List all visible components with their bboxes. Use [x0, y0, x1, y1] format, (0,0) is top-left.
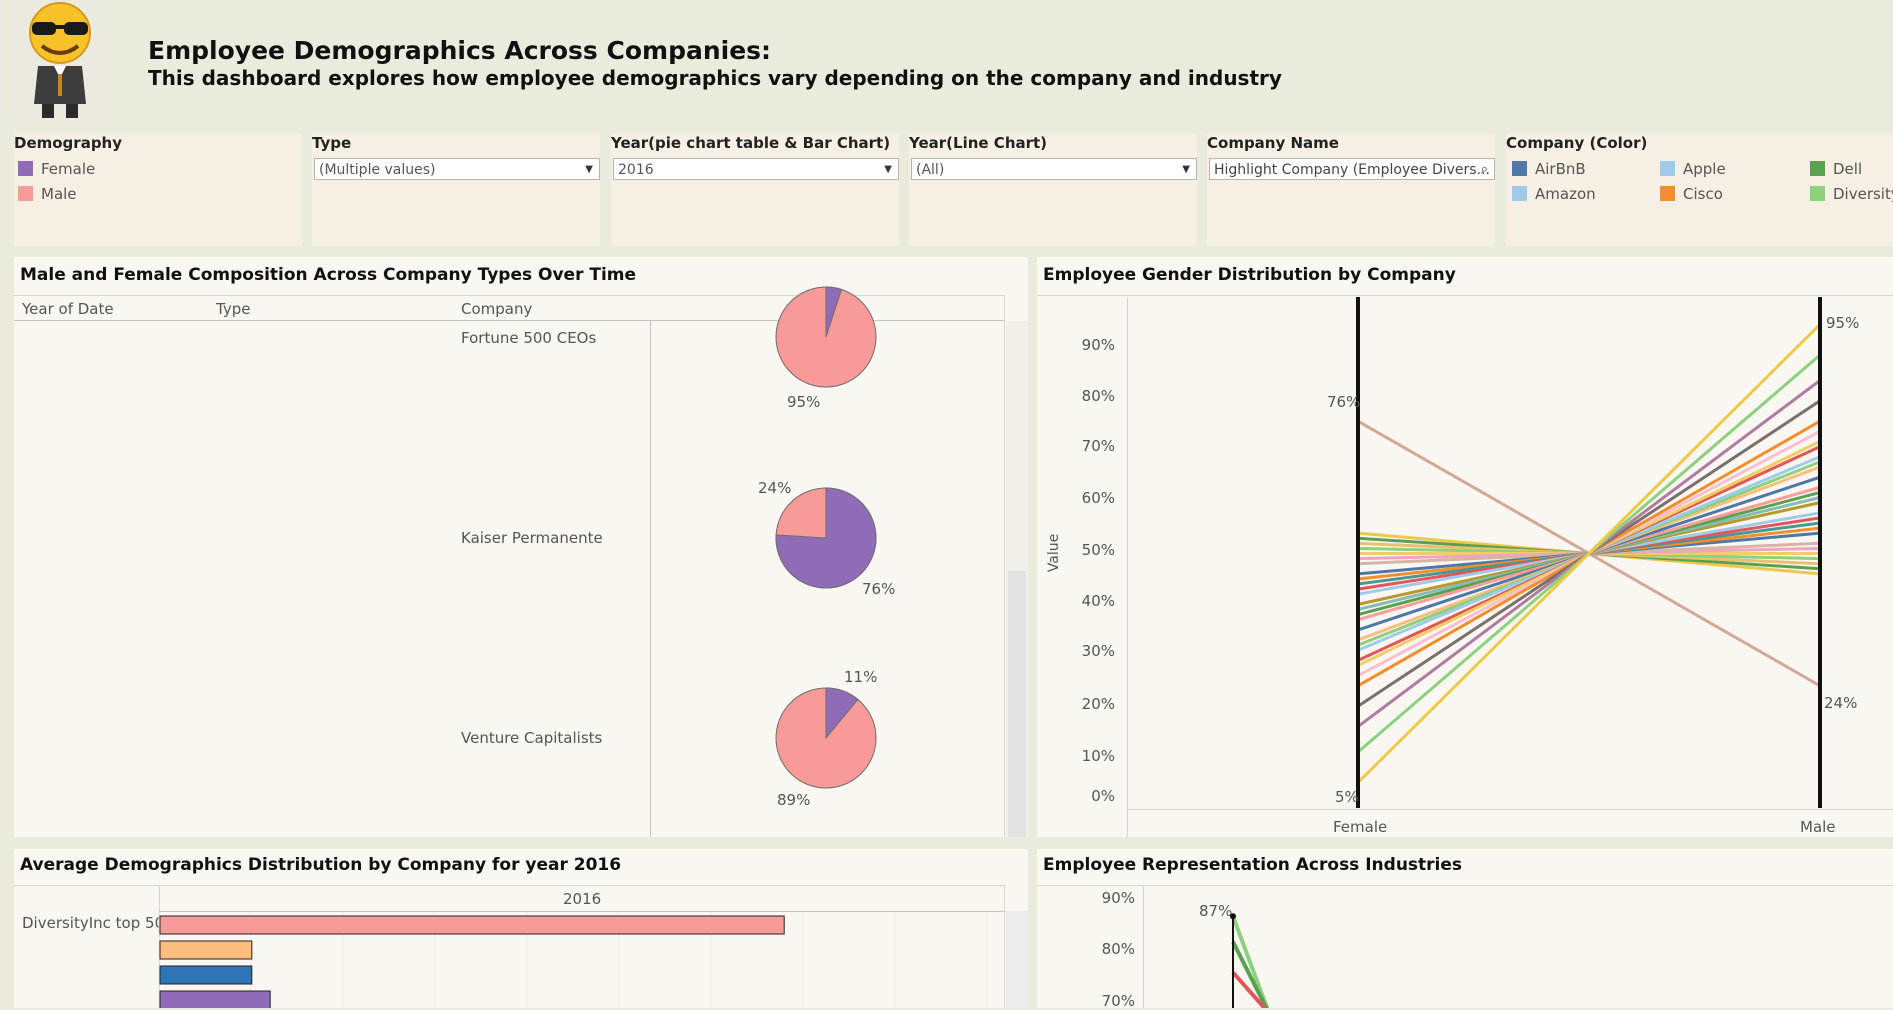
- company-color-legend: Company (Color) AirBnB Apple Dell Amazon…: [1506, 134, 1893, 246]
- bar-mark: [159, 940, 253, 960]
- company-search-placeholder: Highlight Company (Employee Divers...: [1214, 162, 1490, 178]
- type-dropdown-value: (Multiple values): [319, 162, 436, 178]
- cisco-swatch: [1660, 186, 1675, 201]
- pie-panel: Male and Female Composition Across Compa…: [14, 257, 1028, 837]
- bar-mark: [159, 990, 271, 1008]
- industry-panel: Employee Representation Across Industrie…: [1037, 849, 1893, 1010]
- page-subtitle: This dashboard explores how employee dem…: [148, 66, 1282, 90]
- label-female-bottom: 5%: [1335, 788, 1359, 806]
- year-line-value: (All): [916, 162, 945, 178]
- emoji-businessman-icon: [29, 2, 91, 118]
- label-male-top: 95%: [1826, 314, 1860, 332]
- legend-item-amazon[interactable]: Amazon: [1512, 185, 1596, 203]
- airbnb-swatch: [1512, 161, 1527, 176]
- x-label-male: Male: [1800, 818, 1836, 836]
- year-pie-bar-value: 2016: [618, 162, 654, 178]
- bar-chart: [158, 912, 988, 1008]
- slope-chart: [1356, 297, 1822, 808]
- pie-label-vc-female: 11%: [844, 668, 878, 686]
- year-pie-bar-dropdown[interactable]: 2016 ▼: [613, 158, 899, 180]
- pie-label-fortune-male: 95%: [787, 393, 821, 411]
- pie-label-kaiser-female: 76%: [862, 580, 896, 598]
- female-swatch: [18, 161, 33, 176]
- pie-label-vc-male: 89%: [777, 791, 811, 809]
- legend-diversity-label: Diversity: [1833, 185, 1893, 203]
- type-filter-label: Type: [312, 134, 352, 152]
- diversity-swatch: [1810, 186, 1825, 201]
- label-female-top: 76%: [1327, 393, 1361, 411]
- company-name-filter: Company Name Highlight Company (Employee…: [1207, 134, 1495, 246]
- slope-panel: Employee Gender Distribution by Company …: [1037, 257, 1893, 837]
- year-pie-bar-label: Year(pie chart table & Bar Chart): [611, 134, 891, 152]
- legend-amazon-label: Amazon: [1535, 185, 1596, 203]
- year-line-label: Year(Line Chart): [909, 134, 1048, 152]
- legend-item-female[interactable]: Female: [18, 160, 95, 178]
- chevron-down-icon: ▼: [1182, 164, 1190, 175]
- type-dropdown[interactable]: (Multiple values) ▼: [314, 158, 600, 180]
- industry-chart: [1230, 913, 1270, 1008]
- legend-item-diversity[interactable]: Diversity: [1810, 185, 1893, 203]
- amazon-swatch: [1512, 186, 1527, 201]
- chevron-down-icon: ▼: [585, 164, 593, 175]
- x-label-female: Female: [1333, 818, 1388, 836]
- legend-female-label: Female: [41, 160, 96, 178]
- pie-label-kaiser-male: 24%: [758, 479, 792, 497]
- industry-peak-point: [1230, 913, 1236, 920]
- legend-item-airbnb[interactable]: AirBnB: [1512, 160, 1586, 178]
- legend-dell-label: Dell: [1833, 160, 1863, 178]
- year-pie-bar-filter: Year(pie chart table & Bar Chart) 2016 ▼: [611, 134, 899, 246]
- male-swatch: [18, 186, 33, 201]
- company-color-label: Company (Color): [1506, 134, 1648, 152]
- bar-mark: [159, 915, 785, 935]
- legend-male-label: Male: [41, 185, 77, 203]
- bar-panel: Average Demographics Distribution by Com…: [14, 849, 1028, 1008]
- legend-item-apple[interactable]: Apple: [1660, 160, 1726, 178]
- company-search-input[interactable]: Highlight Company (Employee Divers... ⌕: [1209, 158, 1495, 180]
- demography-legend: Demography Female Male: [14, 134, 302, 246]
- avatar: [14, 0, 105, 122]
- legend-item-male[interactable]: Male: [18, 185, 77, 203]
- industry-line: [1231, 940, 1269, 1008]
- search-icon: ⌕: [1480, 162, 1488, 177]
- legend-apple-label: Apple: [1683, 160, 1726, 178]
- legend-cisco-label: Cisco: [1683, 185, 1723, 203]
- demography-label: Demography: [14, 134, 123, 152]
- year-line-dropdown[interactable]: (All) ▼: [911, 158, 1197, 180]
- year-line-filter: Year(Line Chart) (All) ▼: [909, 134, 1197, 246]
- type-filter: Type (Multiple values) ▼: [312, 134, 600, 246]
- legend-item-dell[interactable]: Dell: [1810, 160, 1862, 178]
- pie-charts: [775, 286, 877, 789]
- dell-swatch: [1810, 161, 1825, 176]
- label-male-bottom: 24%: [1824, 694, 1858, 712]
- chevron-down-icon: ▼: [884, 164, 892, 175]
- legend-item-cisco[interactable]: Cisco: [1660, 185, 1723, 203]
- page-title: Employee Demographics Across Companies:: [148, 36, 772, 65]
- legend-airbnb-label: AirBnB: [1535, 160, 1586, 178]
- apple-swatch: [1660, 161, 1675, 176]
- bar-mark: [159, 965, 253, 985]
- company-name-label: Company Name: [1207, 134, 1339, 152]
